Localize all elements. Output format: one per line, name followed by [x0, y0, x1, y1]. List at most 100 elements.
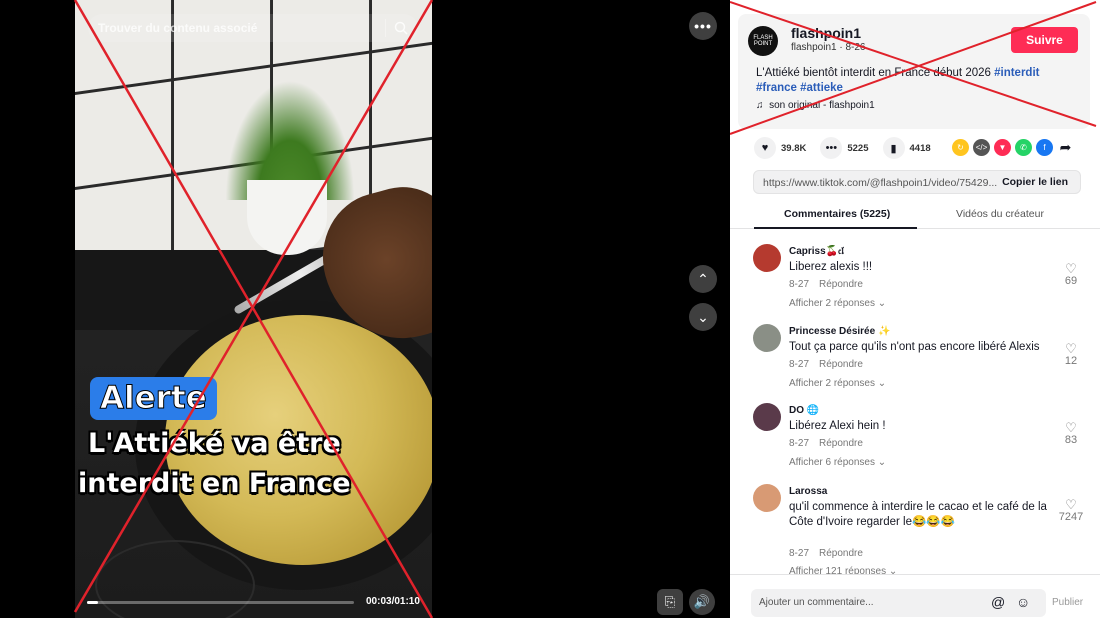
panel-tabs: Commentaires (5225) Vidéos du créateur	[730, 205, 1100, 229]
more-options-button[interactable]: •••	[689, 12, 717, 40]
view-replies-button[interactable]: Afficher 121 réponses ⌄	[789, 566, 897, 574]
heart-outline-icon: ♡	[1065, 497, 1077, 512]
comments-list[interactable]: Capriss🍒𝔠𝔩 Liberez alexis !!! 8-27 Répond…	[730, 240, 1100, 574]
comment-like[interactable]: ♡ 69	[1058, 262, 1084, 287]
view-replies-button[interactable]: Afficher 6 réponses ⌄	[789, 457, 886, 468]
overlay-text-line2: interdit en France	[78, 468, 351, 499]
hashtag-link[interactable]: #interdit	[994, 67, 1039, 79]
comment-icon: •••	[820, 137, 843, 159]
heart-outline-icon: ♡	[1065, 420, 1077, 435]
overlay-text-line1: L'Attiéké va être	[88, 428, 341, 459]
heart-outline-icon: ♡	[1065, 261, 1077, 276]
music-row[interactable]: ♫ son original - flashpoin1	[756, 100, 875, 111]
comment-like[interactable]: ♡ 12	[1058, 342, 1084, 367]
volume-button[interactable]: 🔊	[689, 589, 715, 615]
comment-count: 5225	[847, 142, 869, 154]
comment-date: 8-27	[789, 548, 810, 559]
publish-button[interactable]: Publier	[1052, 597, 1083, 608]
share-icons: ↻ </> ▼ ✆ f ➦	[952, 139, 1078, 156]
video-area: Trouver du contenu associé Alerte L'Atti…	[0, 0, 730, 618]
miniplayer-icon: ⎘	[664, 594, 676, 609]
embed-icon[interactable]: </>	[973, 139, 990, 156]
view-replies-button[interactable]: Afficher 2 réponses ⌄	[789, 378, 886, 389]
comment-like-count: 83	[1064, 434, 1078, 446]
reply-button[interactable]: Répondre	[819, 438, 863, 449]
commenter-avatar[interactable]	[753, 484, 781, 512]
commenter-name[interactable]: Princesse Désirée ✨	[789, 326, 890, 337]
tab-comments[interactable]: Commentaires (5225)	[784, 208, 890, 220]
tiktok-video-page: Trouver du contenu associé Alerte L'Atti…	[0, 0, 1100, 618]
video-time: 00:03/01:10	[366, 596, 420, 607]
mention-icon[interactable]: @	[991, 594, 1005, 610]
commenter-avatar[interactable]	[753, 244, 781, 272]
video-player[interactable]	[75, 0, 432, 618]
video-link-box: https://www.tiktok.com/@flashpoin1/video…	[753, 170, 1081, 194]
heart-icon: ♥	[754, 137, 776, 159]
volume-icon: 🔊	[693, 594, 711, 609]
hashtag-link[interactable]: #france	[756, 82, 797, 94]
music-label[interactable]: son original - flashpoin1	[769, 100, 875, 111]
creator-avatar[interactable]: FLASH POINT	[748, 26, 778, 56]
comment-composer: Ajouter un commentaire... @ ☺ Publier	[730, 574, 1100, 618]
comment-meta: 8-27 Répondre	[789, 279, 863, 290]
miniplayer-button[interactable]: ⎘	[657, 589, 683, 615]
send-icon[interactable]: ▼	[994, 139, 1011, 156]
chevron-up-icon: ⌃	[697, 270, 709, 287]
comment-text: Tout ça parce qu'ils n'ont pas encore li…	[789, 341, 1040, 353]
active-tab-indicator	[754, 227, 917, 229]
repost-icon[interactable]: ↻	[952, 139, 969, 156]
follow-button[interactable]: Suivre	[1011, 27, 1078, 53]
comment-input-placeholder[interactable]: Ajouter un commentaire...	[759, 597, 874, 608]
video-progress-bar[interactable]	[87, 601, 354, 604]
video-progress-fill	[87, 601, 99, 604]
emoji-icon[interactable]: ☺	[1016, 594, 1030, 610]
comment-like-count: 69	[1064, 275, 1078, 287]
comment-meta: 8-27 Répondre	[789, 548, 863, 559]
commenter-name[interactable]: Larossa	[789, 486, 827, 497]
comment-text: Liberez alexis !!!	[789, 261, 873, 273]
commenter-name[interactable]: DO 🌐	[789, 405, 819, 416]
comment-meta: 8-27 Répondre	[789, 359, 863, 370]
reply-button[interactable]: Répondre	[819, 279, 863, 290]
side-panel: FLASH POINT flashpoin1 flashpoin1 · 8-26…	[730, 0, 1100, 618]
comment-meta: 8-27 Répondre	[789, 438, 863, 449]
reply-button[interactable]: Répondre	[819, 548, 863, 559]
copy-link-button[interactable]: Copier le lien	[1002, 176, 1068, 188]
share-arrow-icon[interactable]: ➦	[1057, 139, 1074, 156]
comment-date: 8-27	[789, 438, 810, 449]
comment-like[interactable]: ♡ 83	[1058, 421, 1084, 446]
related-search-bar[interactable]: Trouver du contenu associé	[88, 14, 418, 42]
tab-creator-videos[interactable]: Vidéos du créateur	[956, 208, 1044, 220]
search-icon[interactable]	[394, 21, 408, 35]
whatsapp-icon[interactable]: ✆	[1015, 139, 1032, 156]
video-link-url[interactable]: https://www.tiktok.com/@flashpoin1/video…	[763, 177, 997, 189]
creator-avatar-text: FLASH POINT	[753, 35, 773, 47]
search-divider	[385, 19, 386, 37]
post-caption: L'Attiéké bientôt interdit en France déb…	[756, 66, 1076, 96]
next-video-button[interactable]: ⌄	[689, 303, 717, 331]
view-replies-button[interactable]: Afficher 2 réponses ⌄	[789, 298, 886, 309]
like-action[interactable]: ♥ 39.8K	[754, 137, 806, 159]
comment-action[interactable]: ••• 5225	[820, 137, 869, 159]
save-count: 4418	[909, 142, 931, 154]
creator-username[interactable]: flashpoin1	[791, 25, 861, 41]
heart-outline-icon: ♡	[1065, 341, 1077, 356]
save-action[interactable]: ▮ 4418	[882, 137, 931, 159]
caption-text: L'Attiéké bientôt interdit en France déb…	[756, 67, 995, 79]
hashtag-link[interactable]: #attieke	[800, 82, 843, 94]
facebook-icon[interactable]: f	[1036, 139, 1053, 156]
chevron-down-icon: ⌄	[697, 308, 709, 325]
comment-like[interactable]: ♡ 7247	[1058, 498, 1084, 523]
previous-video-button[interactable]: ⌃	[689, 265, 717, 293]
action-bar: ♥ 39.8K ••• 5225 ▮ 4418	[754, 137, 945, 159]
like-count: 39.8K	[781, 142, 807, 154]
commenter-avatar[interactable]	[753, 324, 781, 352]
commenter-name[interactable]: Capriss🍒𝔠𝔩	[789, 246, 844, 257]
plant-pot	[247, 180, 327, 255]
creator-submeta: flashpoin1 · 8-26	[791, 42, 866, 53]
related-search-placeholder[interactable]: Trouver du contenu associé	[98, 21, 385, 35]
music-note-icon: ♫	[756, 100, 764, 111]
comment-input[interactable]: Ajouter un commentaire... @ ☺	[751, 589, 1046, 617]
reply-button[interactable]: Répondre	[819, 359, 863, 370]
commenter-avatar[interactable]	[753, 403, 781, 431]
